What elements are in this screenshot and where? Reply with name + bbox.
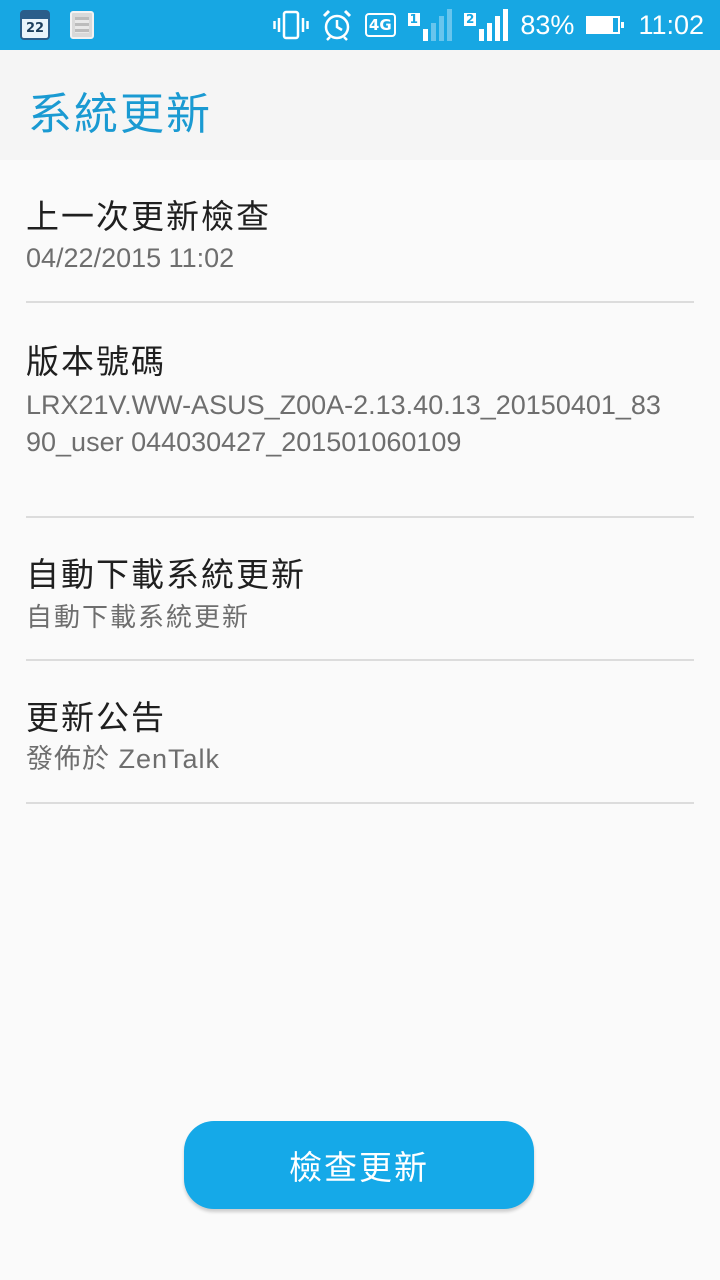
item-title: 更新公告 bbox=[26, 698, 166, 737]
signal-sim2-icon: 2 bbox=[464, 9, 509, 41]
update-notice-item[interactable]: 更新公告 發佈於 ZenTalk bbox=[26, 661, 694, 804]
auto-download-item[interactable]: 自動下載系統更新 自動下載系統更新 bbox=[26, 518, 694, 661]
system-icons: 4G 1 2 83% 11:02 bbox=[273, 0, 704, 50]
battery-icon bbox=[586, 16, 625, 34]
page-title: 系統更新 bbox=[28, 89, 212, 140]
check-update-button[interactable]: 檢查更新 bbox=[184, 1121, 534, 1209]
app-bar: 系統更新 bbox=[0, 50, 720, 160]
4g-icon: 4G bbox=[364, 10, 396, 40]
item-subtitle: 自動下載系統更新 bbox=[26, 603, 251, 633]
gallery-icon bbox=[70, 11, 94, 39]
settings-list: 上一次更新檢查 04/22/2015 11:02 版本號碼 LRX21V.WW-… bbox=[0, 160, 720, 804]
battery-percent: 83% bbox=[520, 9, 575, 40]
signal-sim1-icon: 1 bbox=[407, 9, 453, 41]
build-number-item[interactable]: 版本號碼 LRX21V.WW-ASUS_Z00A-2.13.40.13_2015… bbox=[26, 303, 694, 518]
item-title: 版本號碼 bbox=[26, 342, 166, 381]
item-title: 上一次更新檢查 bbox=[26, 197, 271, 236]
clock: 11:02 bbox=[638, 9, 704, 40]
item-subtitle: 04/22/2015 11:02 bbox=[26, 243, 235, 273]
item-subtitle: LRX21V.WW-ASUS_Z00A-2.13.40.13_20150401_… bbox=[26, 390, 661, 457]
status-bar: 22 4G 1 2 83% 11:02 bbox=[0, 0, 720, 50]
sim2-label: 2 bbox=[464, 12, 477, 26]
item-subtitle: 發佈於 ZenTalk bbox=[26, 744, 221, 774]
sim1-label: 1 bbox=[407, 12, 421, 26]
item-title: 自動下載系統更新 bbox=[26, 555, 306, 594]
calendar-icon: 22 bbox=[20, 10, 50, 40]
alarm-icon bbox=[321, 9, 353, 41]
vibrate-icon bbox=[273, 10, 309, 40]
calendar-day: 22 bbox=[25, 21, 45, 36]
notification-icons: 22 bbox=[20, 10, 94, 40]
network-type: 4G bbox=[364, 13, 396, 37]
last-check-item[interactable]: 上一次更新檢查 04/22/2015 11:02 bbox=[26, 160, 694, 303]
